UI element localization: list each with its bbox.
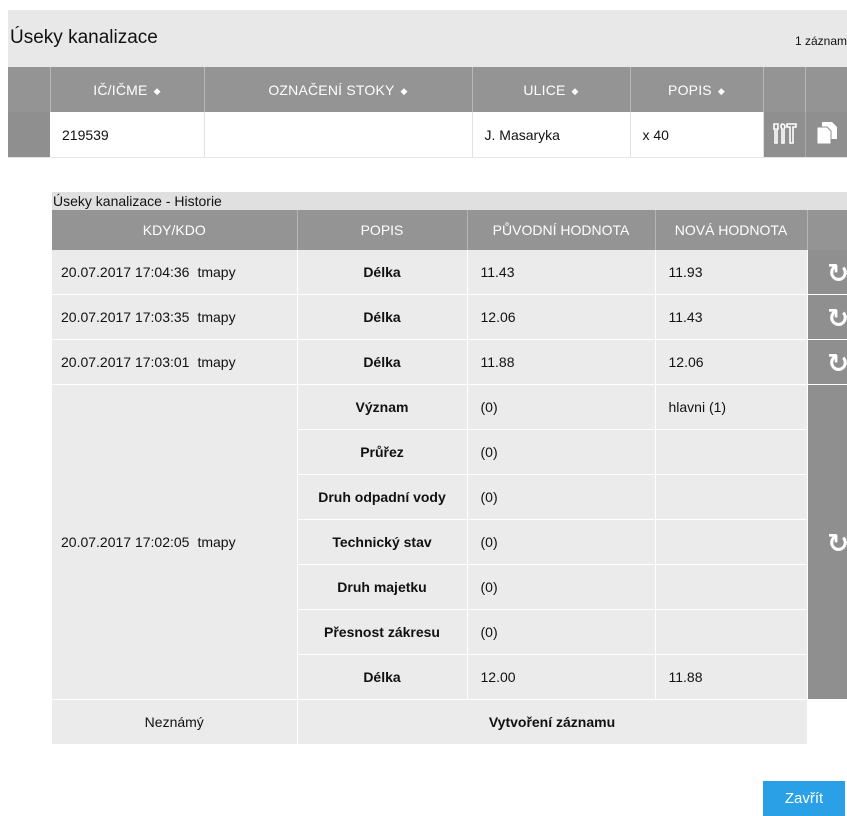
close-button[interactable]: Zavřít: [763, 781, 845, 816]
restore-button[interactable]: ↻: [807, 250, 847, 295]
history-field: Význam: [297, 384, 468, 430]
history-new-value: 12.06: [655, 339, 808, 385]
header-action-2: [805, 67, 847, 112]
history-new-value: [655, 564, 808, 610]
refresh-icon: ↻: [827, 258, 847, 288]
history-row: 20.07.2017 17:03:01 tmapy Délka 11.88 12.…: [52, 339, 847, 385]
column-header-ic[interactable]: IČ/IČME ◆: [50, 67, 205, 112]
history-field: Délka: [297, 250, 468, 295]
history-when: 20.07.2017 17:02:05 tmapy: [52, 384, 298, 700]
history-row: 20.07.2017 17:02:05 tmapy Význam (0) hlav…: [52, 384, 847, 700]
history-old-value: 11.43: [467, 250, 656, 295]
restore-button[interactable]: ↻: [807, 339, 847, 385]
history-field: Přesnost zákresu: [297, 609, 468, 655]
cell-ulice: J. Masaryka: [472, 112, 631, 158]
cell-oznaceni: [204, 112, 473, 158]
header-gutter: [8, 67, 51, 112]
history-field: Délka: [297, 339, 468, 385]
sewer-sections-panel: Úseky kanalizace 1 záznam IČ/IČME ◆ OZNAČ…: [8, 10, 847, 158]
table-row[interactable]: 219539 J. Masaryka x 40: [8, 112, 847, 158]
history-when: 20.07.2017 17:04:36 tmapy: [52, 250, 298, 295]
history-old-value: (0): [467, 429, 656, 475]
history-field: Délka: [297, 654, 468, 700]
history-header-row: KDY/KDO POPIS PŮVODNÍ HODNOTA NOVÁ HODNO…: [52, 210, 847, 250]
history-field: Druh odpadní vody: [297, 474, 468, 520]
creation-empty: [807, 699, 847, 745]
refresh-icon: ↻: [827, 528, 847, 558]
column-header-kdy: KDY/KDO: [52, 210, 298, 250]
history-new-value: 11.43: [655, 294, 808, 340]
column-header-popis[interactable]: POPIS ◆: [630, 67, 764, 112]
creation-who: Neznámý: [52, 699, 298, 745]
history-when: 20.07.2017 17:03:35 tmapy: [52, 294, 298, 340]
column-header-old-value: PŮVODNÍ HODNOTA: [467, 210, 656, 250]
column-header-action: [807, 210, 847, 250]
history-row: 20.07.2017 17:04:36 tmapy Délka 11.43 11.…: [52, 250, 847, 295]
history-old-value: 12.00: [467, 654, 656, 700]
sort-icon: ◆: [153, 85, 161, 96]
history-panel: Úseky kanalizace - Historie KDY/KDO POPI…: [52, 192, 847, 745]
panel-titlebar: Úseky kanalizace 1 záznam: [8, 10, 847, 67]
history-new-value: 11.88: [655, 654, 808, 700]
history-old-value: 11.88: [467, 339, 656, 385]
history-old-value: (0): [467, 384, 656, 430]
sort-icon: ◆: [571, 85, 579, 96]
row-gutter: [8, 112, 50, 158]
history-when: 20.07.2017 17:03:01 tmapy: [52, 339, 298, 385]
tools-button[interactable]: [763, 112, 806, 158]
refresh-icon: ↻: [827, 303, 847, 333]
column-header-popis: POPIS: [297, 210, 468, 250]
history-old-value: (0): [467, 564, 656, 610]
history-old-value: (0): [467, 519, 656, 565]
history-new-value: hlavni (1): [655, 384, 808, 430]
history-field: Technický stav: [297, 519, 468, 565]
history-table: KDY/KDO POPIS PŮVODNÍ HODNOTA NOVÁ HODNO…: [52, 210, 847, 745]
history-field: Průřez: [297, 429, 468, 475]
sections-table: IČ/IČME ◆ OZNAČENÍ STOKY ◆ ULICE ◆ POPIS ◆ 2…: [8, 67, 847, 158]
history-new-value: [655, 429, 808, 475]
restore-button[interactable]: ↻: [807, 384, 847, 700]
column-header-new-value: NOVÁ HODNOTA: [655, 210, 808, 250]
column-header-ulice[interactable]: ULICE ◆: [472, 67, 631, 112]
restore-button[interactable]: ↻: [807, 294, 847, 340]
column-header-oznaceni[interactable]: OZNAČENÍ STOKY ◆: [204, 67, 473, 112]
creation-action: Vytvoření záznamu: [297, 699, 808, 745]
sort-icon: ◆: [400, 85, 408, 96]
history-field: Druh majetku: [297, 564, 468, 610]
sort-icon: ◆: [717, 85, 725, 96]
history-old-value: (0): [467, 609, 656, 655]
copy-icon: [816, 122, 837, 145]
record-count: 1 záznam: [794, 34, 847, 48]
history-row: 20.07.2017 17:03:35 tmapy Délka 12.06 11.…: [52, 294, 847, 340]
history-new-value: 11.93: [655, 250, 808, 295]
history-old-value: 12.06: [467, 294, 656, 340]
history-creation-row: Neznámý Vytvoření záznamu: [52, 699, 847, 745]
history-field: Délka: [297, 294, 468, 340]
history-old-value: (0): [467, 474, 656, 520]
panel-title: Úseky kanalizace: [10, 27, 158, 48]
history-new-value: [655, 519, 808, 565]
table-header-row: IČ/IČME ◆ OZNAČENÍ STOKY ◆ ULICE ◆ POPIS ◆: [8, 67, 847, 112]
history-new-value: [655, 474, 808, 520]
copy-button[interactable]: [805, 112, 847, 158]
history-new-value: [655, 609, 808, 655]
history-caption: Úseky kanalizace - Historie: [52, 192, 847, 210]
tools-icon: [772, 123, 797, 144]
refresh-icon: ↻: [827, 348, 847, 378]
cell-ic: 219539: [50, 112, 205, 158]
cell-popis: x 40: [630, 112, 764, 158]
header-action-1: [763, 67, 806, 112]
